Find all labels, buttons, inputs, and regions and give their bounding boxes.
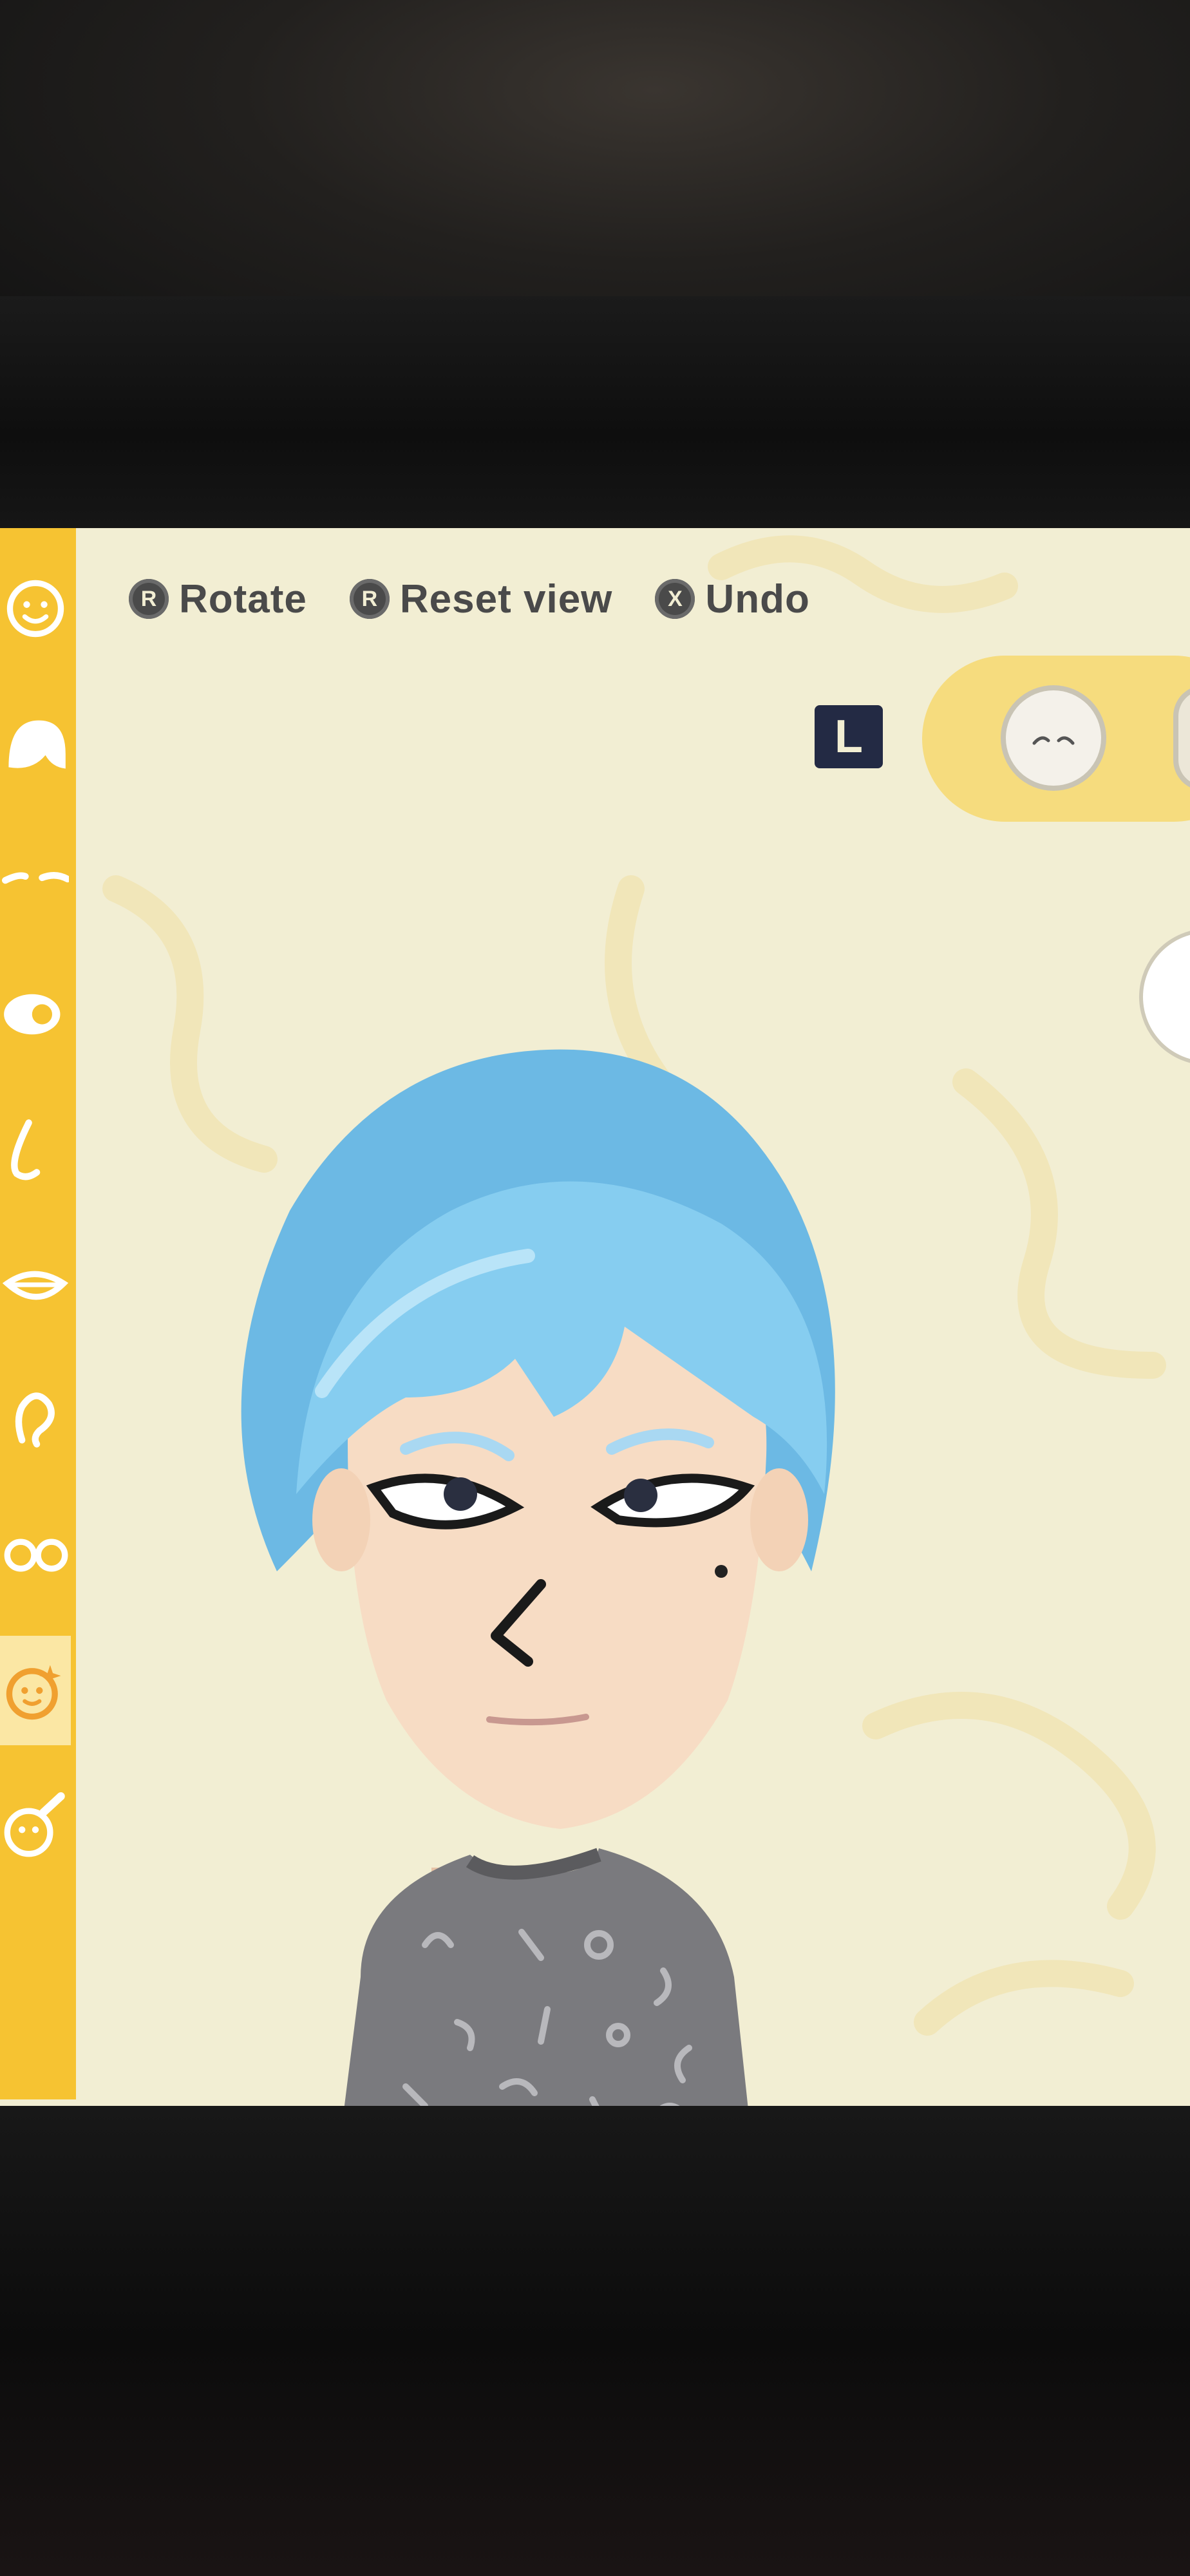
eyebrows-category-tab[interactable] [0, 824, 71, 934]
rotate-label: Rotate [179, 576, 307, 621]
mii-editor-screen: R Rotate R Reset view X Undo L [0, 528, 1190, 2138]
l-shoulder-button-icon[interactable]: L [815, 705, 883, 768]
right-stick-press-icon: R [349, 579, 390, 619]
face-category-icon [6, 580, 64, 638]
makeup-category-icon [4, 1792, 65, 1857]
expression-face-icon [1032, 736, 1075, 745]
eyebrows-category-icon [2, 872, 69, 884]
undo-hint[interactable]: X Undo [655, 576, 809, 622]
reset-view-label: Reset view [399, 576, 613, 621]
hair-category-tab[interactable] [0, 689, 71, 799]
reset-view-hint[interactable]: R Reset view [349, 576, 613, 622]
hair-category-icon [8, 720, 66, 769]
x-button-icon: X [655, 579, 695, 619]
mouth-category-tab[interactable] [0, 1230, 71, 1340]
device-bezel-top [0, 296, 1190, 528]
nose-category-icon [11, 1119, 41, 1180]
mouth-category-icon [2, 1271, 69, 1300]
glasses-category-icon [4, 1539, 68, 1572]
nose-category-tab[interactable] [0, 1095, 71, 1204]
eyes-category-icon [4, 994, 61, 1035]
undo-label: Undo [705, 576, 810, 621]
ears-category-icon [15, 1392, 55, 1448]
device-bezel-bottom [0, 2106, 1190, 2576]
glasses-category-tab[interactable] [0, 1501, 71, 1610]
control-hints: R Rotate R Reset view X Undo [129, 573, 810, 625]
facial-features-category-tab[interactable] [0, 1636, 71, 1745]
shirt [342, 1848, 750, 2125]
right-stick-icon: R [129, 579, 169, 619]
category-sidebar [0, 528, 76, 2099]
ears-category-tab[interactable] [0, 1365, 71, 1475]
feature-tab-active[interactable] [1006, 690, 1101, 786]
mii-avatar-preview[interactable] [212, 1030, 908, 2125]
rotate-hint[interactable]: R Rotate [129, 576, 307, 622]
facial-features-category-icon [6, 1665, 61, 1720]
face-category-tab[interactable] [0, 554, 71, 663]
makeup-category-tab[interactable] [0, 1771, 71, 1880]
eyes-category-tab[interactable] [0, 960, 71, 1069]
